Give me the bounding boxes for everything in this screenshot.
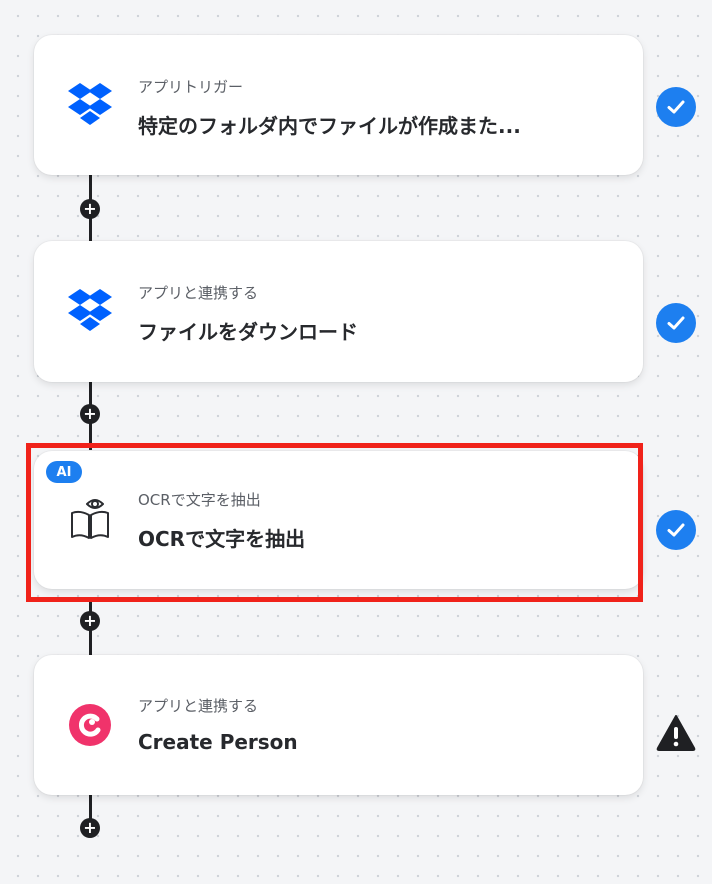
ai-badge: AI <box>46 461 82 483</box>
capsule-crm-icon <box>66 701 114 749</box>
flow-step-card[interactable]: OCRで文字を抽出 OCRで文字を抽出 <box>34 451 643 589</box>
check-icon <box>656 303 696 343</box>
step-subtitle: アプリと連携する <box>138 284 259 302</box>
flow-step-card[interactable]: アプリと連携する ファイルをダウンロード <box>34 241 643 382</box>
warning-icon <box>656 713 696 753</box>
step-title: 特定のフォルダ内でファイルが作成また... <box>138 114 521 138</box>
check-icon <box>656 510 696 550</box>
step-subtitle: アプリと連携する <box>138 697 259 715</box>
add-step-button[interactable]: + <box>80 404 100 424</box>
flow-step-card[interactable]: アプリと連携する Create Person <box>34 655 643 795</box>
flow-step-card[interactable]: アプリトリガー 特定のフォルダ内でファイルが作成また... <box>34 35 643 175</box>
step-title: Create Person <box>138 730 298 754</box>
add-step-button[interactable]: + <box>80 611 100 631</box>
step-title: OCRで文字を抽出 <box>138 527 306 551</box>
step-subtitle: アプリトリガー <box>138 78 244 96</box>
check-icon <box>656 87 696 127</box>
add-step-button[interactable]: + <box>80 199 100 219</box>
step-subtitle: OCRで文字を抽出 <box>138 491 261 509</box>
step-title: ファイルをダウンロード <box>138 320 358 344</box>
add-step-button[interactable]: + <box>80 818 100 838</box>
ocr-book-eye-icon <box>66 495 114 543</box>
dropbox-icon <box>66 81 114 129</box>
dropbox-icon <box>66 287 114 335</box>
